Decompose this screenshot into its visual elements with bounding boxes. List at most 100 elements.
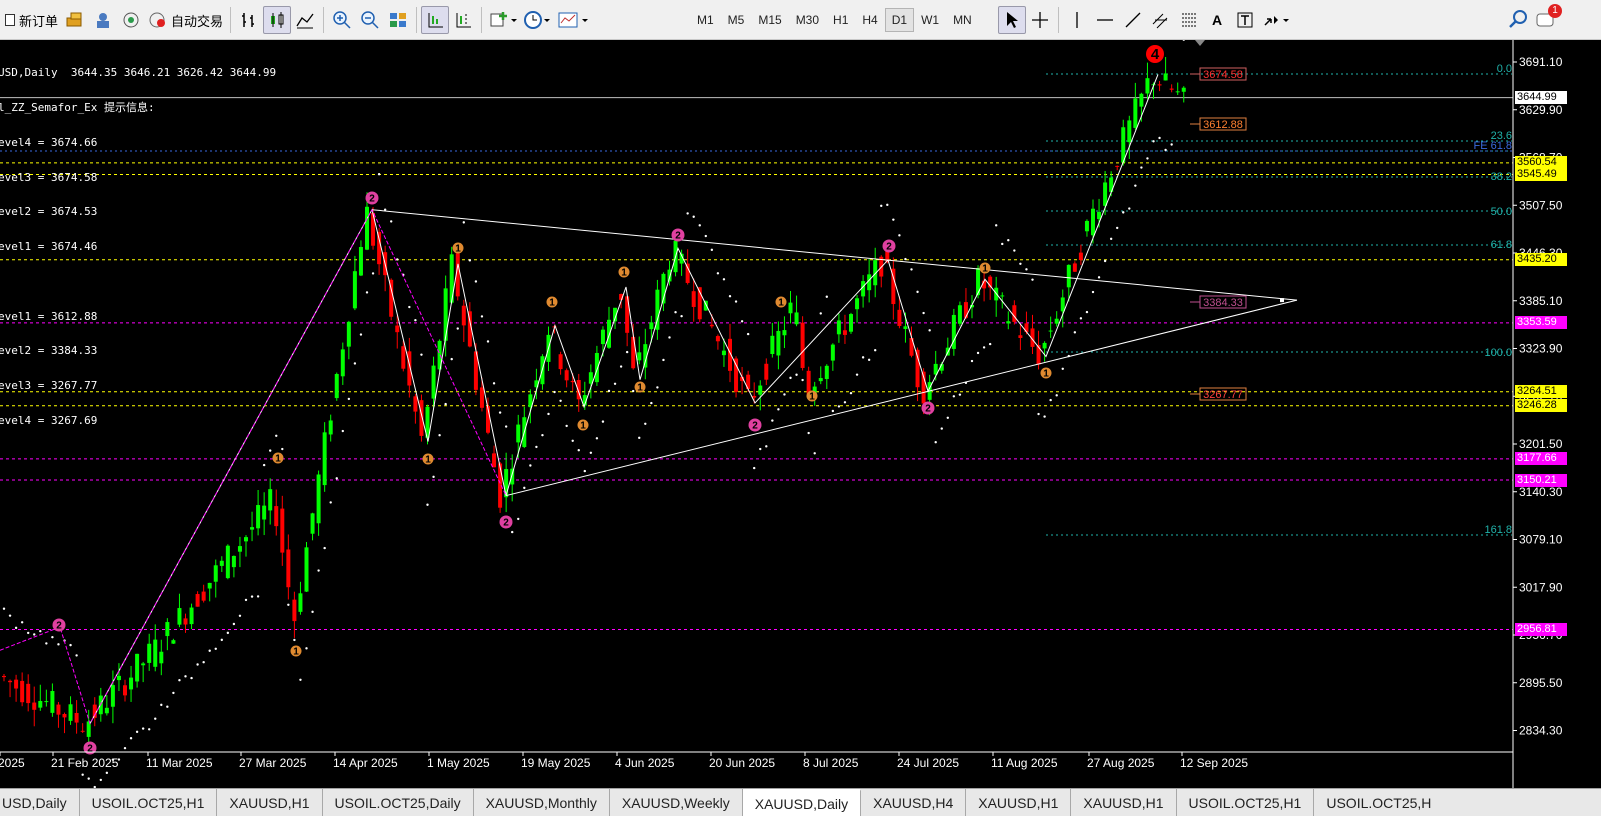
indicators-button[interactable] [486,6,520,34]
tile-windows-button[interactable] [384,6,412,34]
psar-dot [583,469,586,473]
auto-scroll-button[interactable] [421,6,450,34]
candle-body [1097,211,1102,220]
candle-body [365,206,369,250]
candle-body [352,271,357,309]
chart-tab-active[interactable]: XAUUSD,Daily [742,789,862,816]
timeframe-m15[interactable]: M15 [751,8,788,32]
psar-dot [69,643,72,647]
timeframe-group: M1 M5 M15 M30 H1 H4 D1 W1 MN [690,6,979,34]
periods-button[interactable] [520,6,554,34]
candle-body [461,305,466,326]
candle-body [219,560,224,566]
psar-dot [595,437,599,440]
candle-body [153,639,158,667]
timeframe-h1[interactable]: H1 [826,8,855,32]
candle-body [903,326,908,330]
psar-dot [1019,262,1022,265]
semafor-price-label: 3267.77 [1203,389,1243,401]
timeframe-m30[interactable]: M30 [789,8,826,32]
candle-body [1036,345,1041,365]
zoom-out-button[interactable] [356,6,384,34]
chart-tab[interactable]: USOIL.OCT25,H1 [80,789,218,816]
price-axis-label: 2895.50 [1519,676,1563,690]
candle-body [1000,295,1005,297]
psar-dot [716,272,720,275]
psar-dot [1116,226,1119,230]
trendline-button[interactable] [1119,6,1147,34]
tile-windows-icon [390,13,407,27]
candle-body [171,640,176,644]
crosshair-button[interactable] [1026,6,1054,34]
templates-button[interactable] [554,6,592,34]
chart-tab[interactable]: XAUUSD,H1 [966,789,1072,816]
arrows-button[interactable] [1259,6,1293,34]
psar-dot [329,501,332,504]
notifications-button[interactable]: 1 [1532,4,1562,34]
candle-body [225,545,230,579]
vertical-line-button[interactable] [1063,6,1091,34]
candle-body [274,506,279,527]
line-chart-button[interactable] [291,6,319,34]
psar-dot [1146,157,1149,160]
candle-body [734,358,739,392]
price-axis-label: 3629.90 [1519,103,1563,117]
candle-body [419,400,424,436]
psar-dot [638,436,641,440]
psar-dot [861,356,865,359]
psar-dot [190,676,193,680]
chart-tab[interactable]: XAUUSD,Monthly [474,789,610,816]
cursor-button[interactable] [998,6,1026,34]
psar-dot [214,647,217,650]
chart-tab[interactable]: USD,Daily [0,789,80,816]
psar-dot [801,378,804,382]
chart-tab[interactable]: XAUUSD,H4 [861,789,967,816]
chart-area[interactable]: 0.0 23.6 FE 61.8 38.2 50.0 61.8 100.0 161.8 1 1 1 1… [0,40,1601,788]
timeframe-m1[interactable]: M1 [690,8,721,32]
chart-tab[interactable]: USOIL.OCT25,Daily [323,789,474,816]
equidistant-channel-button[interactable] [1147,6,1175,34]
candle-body [334,373,339,399]
market-watch-button[interactable] [61,6,89,34]
horizontal-line-button[interactable] [1091,6,1119,34]
psar-dot [837,405,841,408]
timeframe-w1[interactable]: W1 [914,8,946,32]
text-label-icon [1237,12,1253,28]
chart-tab[interactable]: USOIL.OCT25,H1 [1177,789,1315,816]
timeframe-mn[interactable]: MN [946,8,979,32]
psar-dot [601,420,605,423]
navigator-button[interactable] [89,6,117,34]
candle-body [56,704,61,715]
bar-chart-button[interactable] [235,6,263,34]
psar-dot [1049,398,1052,402]
zoom-in-button[interactable] [328,6,356,34]
signals-button[interactable] [117,6,145,34]
psar-dot [208,649,211,652]
chart-tab[interactable]: USOIL.OCT25,H [1314,789,1443,816]
candle-body [1169,88,1174,90]
timeframe-d1[interactable]: D1 [884,8,915,32]
new-order-button[interactable]: 新订单 [2,6,61,34]
candle-body [26,683,31,704]
fibonacci-button[interactable] [1175,6,1203,34]
level-price-label: 3246.28 [1515,399,1567,413]
chart-tab[interactable]: XAUUSD,H1 [217,789,323,816]
auto-trading-button[interactable]: 自动交易 [145,6,226,34]
timeframe-m5[interactable]: M5 [721,8,752,32]
chart-shift-button[interactable] [449,6,477,34]
chart-tab[interactable]: XAUUSD,Weekly [610,789,743,816]
search-icon [1509,10,1527,28]
psar-dot [988,342,992,346]
psar-dot [359,333,363,336]
chart-tab[interactable]: XAUUSD,H1 [1071,789,1177,816]
timeframe-h4[interactable]: H4 [855,8,884,32]
psar-dot [541,433,544,437]
search-button[interactable] [1504,6,1532,34]
candlestick-button[interactable] [263,6,292,34]
text-label-button[interactable] [1231,6,1259,34]
psar-dot [674,311,677,314]
info-line: evel2 = 3384.33 [0,344,98,358]
text-button[interactable]: A [1203,6,1231,34]
psar-dot [105,771,109,775]
level-price-label: 3545.49 [1515,168,1567,182]
